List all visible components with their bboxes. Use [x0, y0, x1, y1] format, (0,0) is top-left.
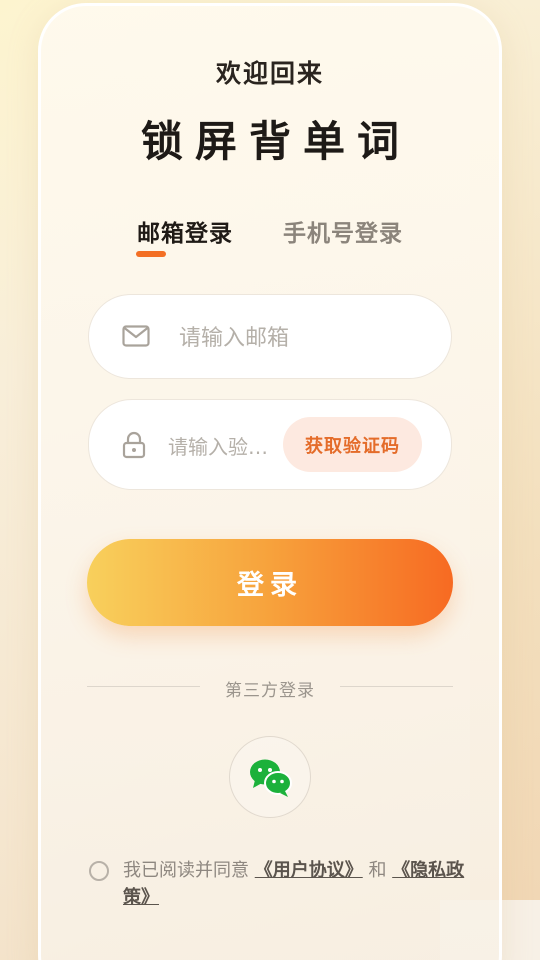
get-code-button[interactable]: 获取验证码: [283, 417, 422, 472]
third-party-label: 第三方登录: [225, 681, 315, 701]
verification-code-field[interactable]: 请输入验… 获取验证码: [88, 399, 452, 490]
code-input[interactable]: [168, 428, 280, 466]
agreement-and: 和: [362, 860, 393, 881]
email-input[interactable]: [177, 319, 431, 357]
tab-email-login[interactable]: 邮箱登录: [137, 214, 233, 248]
mail-icon: [122, 325, 150, 351]
login-button[interactable]: 登录: [87, 539, 453, 626]
user-agreement-link[interactable]: 《用户协议》: [255, 860, 363, 881]
agreement-text: 我已阅读并同意 《用户协议》 和 《隐私政策》: [123, 857, 468, 911]
divider-right: [340, 686, 453, 687]
agreement-prefix: 我已阅读并同意: [123, 860, 255, 881]
active-tab-indicator: [136, 251, 166, 257]
app-title: 锁屏背单词: [140, 117, 411, 166]
welcome-heading: 欢迎回来: [215, 59, 324, 88]
divider-left: [87, 686, 200, 687]
wechat-login-button[interactable]: [229, 736, 311, 818]
tab-phone-login[interactable]: 手机号登录: [283, 214, 403, 248]
agreement-checkbox[interactable]: [89, 861, 109, 881]
lock-icon: [122, 431, 146, 463]
wechat-icon: [250, 759, 292, 797]
email-field[interactable]: [88, 294, 452, 379]
